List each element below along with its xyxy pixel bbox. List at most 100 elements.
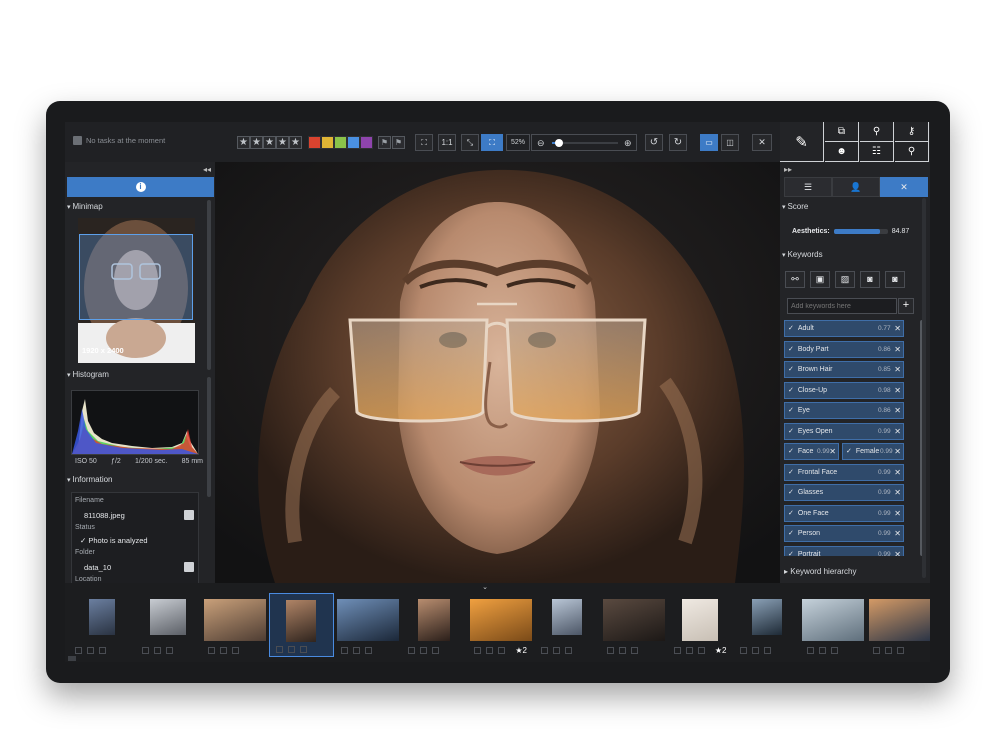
thumbnail-star-icon[interactable] — [232, 646, 239, 654]
filmstrip-thumbnail[interactable] — [402, 593, 467, 657]
thumbnail-select-checkbox[interactable] — [873, 646, 880, 654]
thumbnail-star-icon[interactable] — [365, 646, 372, 654]
rotate-left-button[interactable]: ↺ — [645, 134, 663, 151]
copy-filename-icon[interactable] — [184, 510, 194, 520]
shrink-button[interactable]: ⤡ — [461, 134, 479, 151]
keyword-export-button[interactable]: ◙ — [885, 271, 905, 288]
filmstrip-thumbnail[interactable] — [734, 593, 799, 657]
filmstrip-thumbnail[interactable] — [801, 593, 866, 657]
right-scrollbar[interactable] — [922, 198, 926, 578]
left-scrollbar[interactable] — [207, 200, 211, 370]
fit-screen-button[interactable]: ⛶ — [415, 134, 433, 151]
single-view-button[interactable]: ▭ — [700, 134, 718, 151]
keyword-clear-button[interactable]: ▨ — [835, 271, 855, 288]
keyword-chip[interactable]: ✓ Glasses 0.99 ✕ — [784, 484, 904, 501]
remove-keyword-icon[interactable]: ✕ — [894, 465, 901, 480]
thumbnail-flag-icon[interactable] — [486, 646, 493, 654]
remove-keyword-icon[interactable]: ✕ — [894, 424, 901, 439]
keywords-header[interactable]: Keywords — [782, 250, 822, 259]
keyword-check-icon[interactable]: ✓ — [846, 448, 852, 455]
duplicates-icon[interactable]: ⧉ — [825, 122, 859, 142]
thumbnail-star-icon[interactable] — [498, 646, 505, 654]
thumbnail-select-checkbox[interactable] — [75, 646, 82, 654]
thumbnail-star-icon[interactable] — [830, 646, 838, 654]
thumbnail-select-checkbox[interactable] — [208, 646, 215, 654]
thumbnail-star-icon[interactable] — [631, 646, 638, 654]
keyword-chip[interactable]: ✓ Adult 0.77 ✕ — [784, 320, 904, 337]
search-icon[interactable]: ⚲ — [895, 142, 929, 162]
tab-metadata[interactable]: ☰ — [784, 177, 832, 197]
keyword-chip[interactable]: ✓ Body Part 0.86 ✕ — [784, 340, 904, 358]
color-label-yellow[interactable] — [321, 136, 334, 149]
thumbnail-flag-icon[interactable] — [818, 646, 826, 654]
filmstrip-thumbnail[interactable] — [69, 593, 134, 657]
filmstrip-toggle-icon[interactable]: ⌄ — [475, 583, 495, 591]
keyword-chip[interactable]: ✓ Face 0.99 ✕ — [784, 443, 839, 460]
thumbnail-star-icon[interactable] — [764, 646, 771, 654]
thumbnail-flag-icon[interactable] — [220, 646, 227, 654]
filmstrip-thumbnail[interactable] — [601, 593, 666, 657]
thumbnail-star-icon[interactable] — [897, 646, 904, 654]
thumbnail-select-checkbox[interactable] — [141, 646, 149, 654]
keyword-chip[interactable]: ✓ Person 0.99 ✕ — [784, 525, 904, 542]
zoom-slider[interactable]: ⊖ ⊕ — [531, 134, 637, 151]
thumbnail-star-icon[interactable] — [99, 646, 106, 654]
tab-ai[interactable]: ✕ — [880, 177, 928, 197]
filmstrip-thumbnail[interactable] — [268, 593, 334, 657]
keyword-import-button[interactable]: ◙ — [860, 271, 880, 288]
thumbnail-select-checkbox[interactable] — [474, 646, 481, 654]
remove-keyword-icon[interactable]: ✕ — [894, 362, 901, 377]
thumbnail-select-checkbox[interactable] — [740, 646, 747, 654]
flag-reject-button[interactable]: ⚑ — [392, 136, 405, 149]
star-2-button[interactable]: ★ — [250, 136, 263, 149]
tab-people[interactable]: 👤 — [832, 177, 880, 197]
keyword-chip[interactable]: ✓ One Face 0.99 ✕ — [784, 504, 904, 522]
photo-viewer[interactable] — [215, 162, 780, 583]
thumbnail-star-icon[interactable] — [697, 646, 705, 654]
keyword-check-icon[interactable]: ✓ — [788, 346, 794, 353]
collapse-right-icon[interactable]: ▸▸ — [784, 165, 792, 174]
minimap-viewport[interactable] — [79, 234, 193, 320]
collapse-left-icon[interactable]: ◂◂ — [203, 165, 211, 174]
compare-view-button[interactable]: ◫ — [721, 134, 739, 151]
remove-keyword-icon[interactable]: ✕ — [894, 526, 901, 541]
keyword-chip[interactable]: ✓ Eye 0.86 ✕ — [784, 402, 904, 419]
face-icon[interactable]: ☻ — [825, 142, 859, 162]
keyword-check-icon[interactable]: ✓ — [788, 387, 794, 394]
keyword-chip[interactable]: ✓ Frontal Face 0.99 ✕ — [784, 463, 904, 481]
keyword-hierarchy-header[interactable]: ▸ Keyword hierarchy — [784, 567, 857, 576]
keyword-check-icon[interactable]: ✓ — [788, 510, 794, 517]
thumbnail-star-icon[interactable] — [564, 646, 572, 654]
thumbnail-select-checkbox[interactable] — [275, 645, 283, 653]
keyword-check-icon[interactable]: ✓ — [788, 551, 794, 557]
star-1-button[interactable]: ★ — [237, 136, 250, 149]
keyword-chip[interactable]: ✓ Close-Up 0.98 ✕ — [784, 381, 904, 399]
zoom-track[interactable] — [552, 139, 618, 147]
fill-screen-button[interactable]: ⛶ — [481, 134, 503, 151]
flag-pick-button[interactable]: ⚑ — [378, 136, 391, 149]
thumbnail-flag-icon[interactable] — [619, 646, 626, 654]
actual-size-button[interactable]: 1:1 — [438, 134, 456, 151]
keyword-select-button[interactable]: ▣ — [810, 271, 830, 288]
thumbnail-star-icon[interactable] — [431, 646, 439, 654]
thumbnail-select-checkbox[interactable] — [407, 646, 415, 654]
star-5-button[interactable]: ★ — [289, 136, 302, 149]
information-header[interactable]: Information — [67, 475, 112, 484]
filmstrip-thumbnail[interactable]: ★2 — [468, 593, 533, 657]
keyword-check-icon[interactable]: ✓ — [788, 530, 794, 537]
left-scrollbar-lower[interactable] — [207, 377, 211, 497]
keyword-chip[interactable]: ✓ Brown Hair 0.85 ✕ — [784, 361, 904, 378]
filmstrip-thumbnail[interactable] — [202, 593, 267, 657]
minimap-header[interactable]: Minimap — [67, 202, 102, 211]
thumbnail-flag-icon[interactable] — [153, 646, 161, 654]
add-keyword-button[interactable]: + — [898, 298, 914, 314]
star-4-button[interactable]: ★ — [276, 136, 289, 149]
add-keyword-input[interactable] — [787, 298, 897, 314]
location-icon[interactable]: ⚲ — [860, 122, 894, 142]
remove-keyword-icon[interactable]: ✕ — [894, 485, 901, 500]
filmstrip-thumbnail[interactable] — [136, 593, 201, 657]
color-label-blue[interactable] — [347, 136, 360, 149]
keyword-check-icon[interactable]: ✓ — [788, 428, 794, 435]
remove-keyword-icon[interactable]: ✕ — [829, 444, 836, 459]
edit-metadata-icon[interactable]: ✎ — [780, 122, 824, 162]
